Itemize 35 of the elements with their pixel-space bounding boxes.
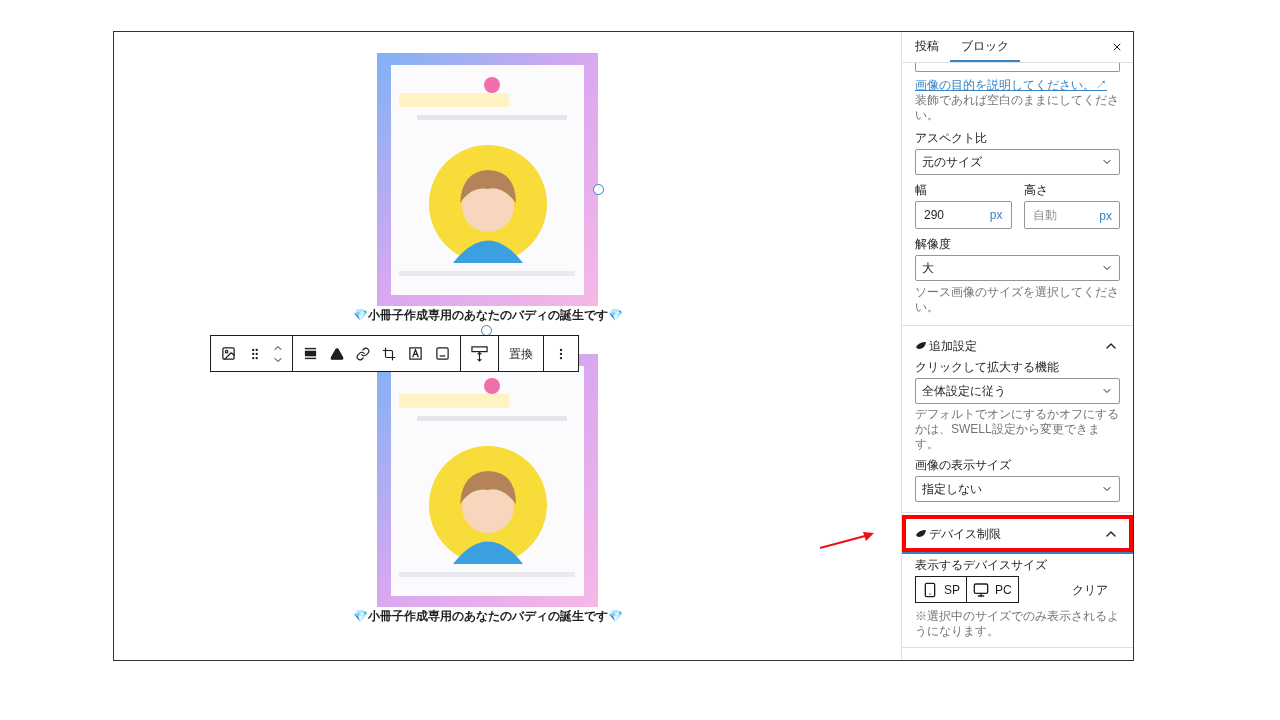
leaf-icon — [916, 342, 926, 350]
section-header[interactable]: デバイス制限 — [902, 515, 1133, 552]
sidebar-tab[interactable]: ブロック — [950, 32, 1020, 62]
select-field[interactable]: 元のサイズ — [915, 149, 1120, 175]
field-label: 解像度 — [915, 237, 952, 252]
image-caption: 💎小冊子作成専用のあなたのバディの誕生です💎 — [353, 307, 623, 324]
field-label: アスペクト比 — [915, 131, 988, 146]
resize-handle[interactable] — [593, 184, 604, 195]
help-text: デフォルトでオンにするかオフにするかは、SWELL設定から変更できます。 — [915, 407, 1120, 452]
replace-button[interactable]: 置換 — [499, 336, 544, 371]
select-field[interactable]: 大 — [915, 255, 1120, 281]
field-label: クリックして拡大する機能 — [915, 360, 1060, 375]
help-text: ※選択中のサイズでのみ表示されるようになります。 — [915, 609, 1120, 639]
alt-text-field[interactable] — [915, 63, 1120, 72]
monitor-icon — [973, 581, 989, 598]
select-field[interactable]: 指定しない — [915, 476, 1120, 502]
clear-button[interactable]: クリア — [1072, 580, 1120, 599]
width-field[interactable]: 290 px — [915, 201, 1012, 229]
field-label: 高さ — [1023, 183, 1049, 198]
field-label: 画像の表示サイズ — [915, 458, 1012, 473]
leaf-icon — [916, 529, 926, 538]
device-toggle[interactable]: PC — [967, 576, 1019, 603]
device-toggle[interactable]: SP — [915, 576, 967, 603]
select-field[interactable]: 全体設定に従う — [915, 378, 1120, 404]
section-header[interactable]: 追加設定 — [902, 332, 1133, 360]
unit-label: px — [1099, 208, 1112, 225]
image-caption: 💎小冊子作成専用のあなたのバディの誕生です💎 — [353, 608, 623, 625]
help-text: 装飾であれば空白のままにしてください。 — [915, 93, 1120, 123]
field-label: 表示するデバイスサイズ — [915, 558, 1048, 573]
field-label: 幅 — [915, 183, 928, 198]
help-text: ソース画像のサイズを選択してください。 — [915, 285, 1120, 315]
smartphone-icon — [922, 581, 938, 598]
close-icon[interactable] — [1111, 41, 1123, 53]
sidebar-tab[interactable]: 投稿 — [904, 32, 950, 62]
alt-help-link[interactable]: 画像の目的を説明してください。↗ — [915, 78, 1120, 93]
